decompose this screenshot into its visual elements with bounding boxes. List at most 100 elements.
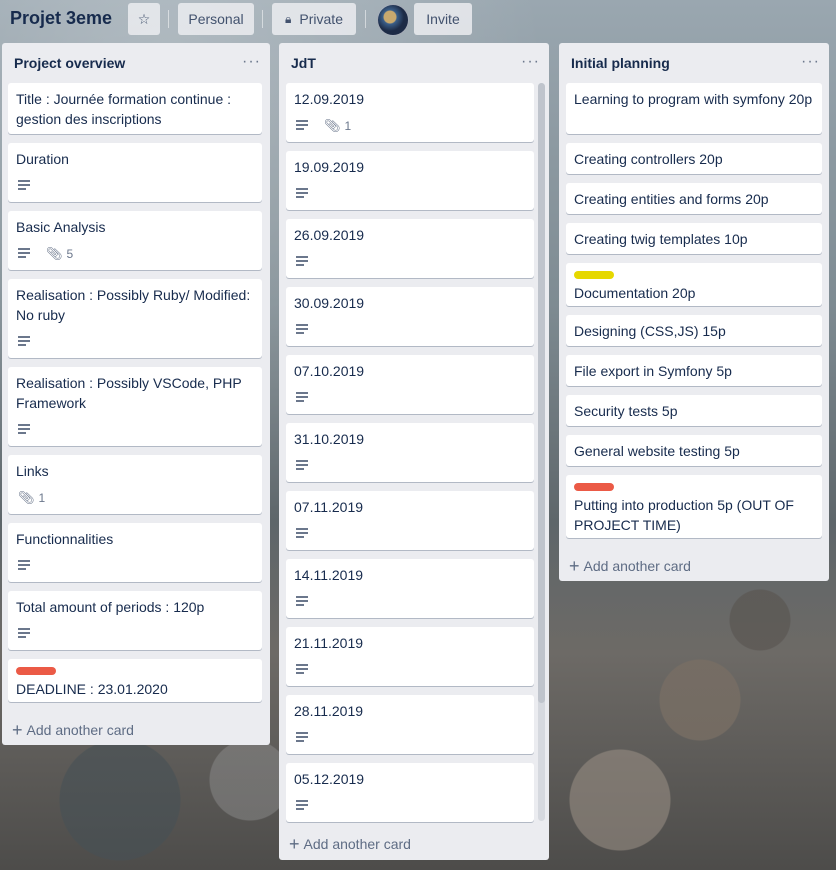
card-title: 07.11.2019 — [294, 499, 364, 515]
card[interactable]: 28.11.2019 — [286, 695, 534, 754]
card[interactable]: 19.09.2019 — [286, 151, 534, 210]
list-project-overview: Project overview ··· Title : Journée for… — [2, 43, 270, 745]
list-scrollbar[interactable] — [538, 83, 545, 821]
card-title: Realisation : Possibly VSCode, PHP Frame… — [16, 375, 242, 411]
card-title: 31.10.2019 — [294, 431, 365, 447]
card-title: Creating twig templates 10p — [574, 231, 748, 247]
list-title[interactable]: Project overview — [14, 55, 125, 71]
add-card-button[interactable]: + Add another card — [12, 719, 134, 740]
description-icon — [18, 560, 30, 570]
card-title: DEADLINE : 23.01.2020 — [16, 681, 168, 697]
card-title: 05.12.2019 — [294, 771, 365, 787]
description-icon — [296, 732, 308, 742]
card[interactable]: Learning to program with symfony 20p — [566, 83, 822, 134]
private-button[interactable]: 🔒︎ Private — [272, 3, 356, 35]
board-title[interactable]: Projet 3eme — [10, 8, 112, 29]
card[interactable]: Putting into production 5p (OUT OF PROJE… — [566, 475, 822, 538]
star-icon: ☆ — [137, 10, 151, 27]
plus-icon: + — [12, 720, 23, 740]
attachment-badge: 📎︎ 1 — [324, 116, 351, 136]
more-icon[interactable]: ··· — [521, 53, 540, 71]
card-title: Total amount of periods : 120p — [16, 599, 205, 615]
description-icon — [296, 120, 308, 130]
card[interactable]: Title : Journée formation continue : ges… — [8, 83, 262, 134]
list-title[interactable]: Initial planning — [571, 55, 670, 71]
card[interactable]: 21.11.2019 — [286, 627, 534, 686]
header-divider — [365, 10, 366, 28]
card-title: Learning to program with symfony 20p — [574, 91, 813, 107]
card-title: Duration — [16, 151, 69, 167]
card-title: Basic Analysis — [16, 219, 106, 235]
description-icon — [296, 596, 308, 606]
description-icon — [18, 180, 30, 190]
card-title: 28.11.2019 — [294, 703, 364, 719]
card[interactable]: General website testing 5p — [566, 435, 822, 466]
description-icon — [296, 256, 308, 266]
add-card-button[interactable]: + Add another card — [569, 555, 691, 576]
add-card-label: Add another card — [303, 836, 411, 852]
attachment-count: 1 — [344, 119, 352, 133]
card[interactable]: Realisation : Possibly Ruby/ Modified: N… — [8, 279, 262, 358]
card[interactable]: Basic Analysis 📎︎ 5 — [8, 211, 262, 270]
card[interactable]: File export in Symfony 5p — [566, 355, 822, 386]
personal-button[interactable]: Personal — [178, 3, 254, 35]
card[interactable]: 07.11.2019 — [286, 491, 534, 550]
card-title: Creating controllers 20p — [574, 151, 723, 167]
card[interactable]: 14.11.2019 — [286, 559, 534, 618]
attachment-icon: 📎︎ — [18, 490, 35, 505]
description-icon — [296, 188, 308, 198]
avatar[interactable] — [377, 4, 409, 36]
description-icon — [18, 248, 30, 258]
star-button[interactable]: ☆ — [128, 3, 160, 35]
card-label-red[interactable] — [574, 483, 614, 491]
card[interactable]: Links 📎︎ 1 — [8, 455, 262, 514]
description-icon — [296, 460, 308, 470]
attachment-badge: 📎︎ 5 — [46, 244, 73, 264]
list-title[interactable]: JdT — [291, 55, 316, 71]
more-icon[interactable]: ··· — [801, 53, 820, 71]
card-label-red[interactable] — [16, 667, 56, 675]
invite-button[interactable]: Invite — [414, 3, 472, 35]
private-label: Private — [299, 11, 343, 27]
add-card-label: Add another card — [26, 722, 134, 738]
card-title: Creating entities and forms 20p — [574, 191, 769, 207]
card-title: General website testing 5p — [574, 443, 740, 459]
attachment-count: 5 — [66, 247, 74, 261]
card[interactable]: Duration — [8, 143, 262, 202]
card[interactable]: Realisation : Possibly VSCode, PHP Frame… — [8, 367, 262, 446]
add-card-button[interactable]: + Add another card — [289, 833, 411, 854]
description-icon — [18, 424, 30, 434]
more-icon[interactable]: ··· — [242, 53, 261, 71]
description-icon — [296, 324, 308, 334]
card[interactable]: Functionnalities — [8, 523, 262, 582]
card[interactable]: Security tests 5p — [566, 395, 822, 426]
description-icon — [296, 392, 308, 402]
card[interactable]: Documentation 20p — [566, 263, 822, 306]
card[interactable]: 26.09.2019 — [286, 219, 534, 278]
card[interactable]: DEADLINE : 23.01.2020 — [8, 659, 262, 702]
board-header: Projet 3eme ☆ Personal 🔒︎ Private Invite — [0, 0, 836, 40]
card[interactable]: 31.10.2019 — [286, 423, 534, 482]
card-label-yellow[interactable] — [574, 271, 614, 279]
header-divider — [262, 10, 263, 28]
plus-icon: + — [289, 834, 300, 854]
card[interactable]: Creating entities and forms 20p — [566, 183, 822, 214]
card-title: File export in Symfony 5p — [574, 363, 732, 379]
invite-label: Invite — [426, 11, 460, 27]
card[interactable]: 05.12.2019 — [286, 763, 534, 822]
card-title: 30.09.2019 — [294, 295, 365, 311]
card[interactable]: Designing (CSS,JS) 15p — [566, 315, 822, 346]
card-title: Realisation : Possibly Ruby/ Modified: N… — [16, 287, 251, 323]
scrollbar-thumb[interactable] — [538, 83, 545, 703]
card[interactable]: 12.09.2019 📎︎ 1 — [286, 83, 534, 142]
card[interactable]: 07.10.2019 — [286, 355, 534, 414]
attachment-badge: 📎︎ 1 — [18, 488, 45, 508]
card[interactable]: Creating controllers 20p — [566, 143, 822, 174]
card[interactable]: 30.09.2019 — [286, 287, 534, 346]
card-title: Security tests 5p — [574, 403, 678, 419]
personal-label: Personal — [188, 11, 244, 27]
card[interactable]: Creating twig templates 10p — [566, 223, 822, 254]
card[interactable]: Total amount of periods : 120p — [8, 591, 262, 650]
card-title: 26.09.2019 — [294, 227, 365, 243]
list-jdt: JdT ··· 12.09.2019 📎︎ 1 19.09.2019 26.09… — [279, 43, 549, 860]
